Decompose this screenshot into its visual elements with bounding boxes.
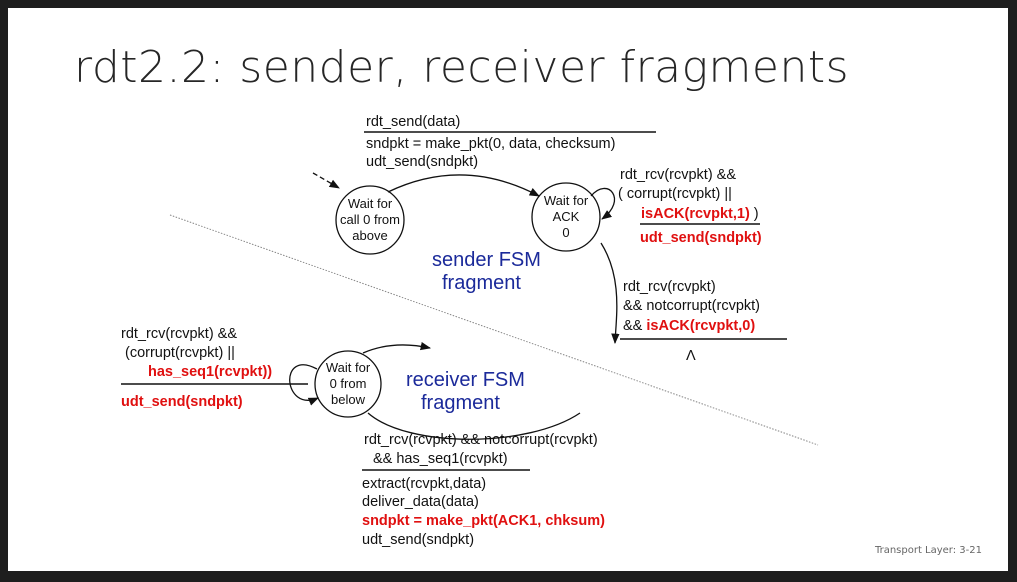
svg-text:sndpkt = make_pkt(0, data, che: sndpkt = make_pkt(0, data, checksum)	[366, 136, 615, 152]
svg-text:rdt_rcv(rcvpkt) &&: rdt_rcv(rcvpkt) &&	[121, 326, 237, 342]
svg-text:has_seq1(rcvpkt)): has_seq1(rcvpkt))	[148, 364, 272, 380]
svg-text:below: below	[331, 392, 366, 407]
svg-text:rdt_rcv(rcvpkt): rdt_rcv(rcvpkt)	[623, 279, 716, 295]
svg-text:rdt_rcv(rcvpkt) && notcorrupt(: rdt_rcv(rcvpkt) && notcorrupt(rcvpkt)	[364, 432, 598, 448]
receiver-fsm-label: receiver FSM	[406, 369, 525, 391]
svg-text:(corrupt(rcvpkt) ||: (corrupt(rcvpkt) ||	[125, 345, 235, 361]
svg-text:&& isACK(rcvpkt,0): && isACK(rcvpkt,0)	[623, 318, 755, 334]
arrow-receiver-self-loop	[289, 364, 319, 406]
svg-text:udt_send(sndpkt): udt_send(sndpkt)	[362, 532, 474, 548]
svg-text:rdt_send(data): rdt_send(data)	[366, 114, 460, 130]
svg-text:rdt_rcv(rcvpkt) &&: rdt_rcv(rcvpkt) &&	[620, 167, 736, 183]
arrow-ack0-received	[600, 242, 620, 345]
svg-text:isACK(rcvpkt,1) ): isACK(rcvpkt,1) )	[641, 206, 759, 222]
receiver-bottom-transition-label: rdt_rcv(rcvpkt) && notcorrupt(rcvpkt) &&…	[362, 432, 605, 548]
sender-fsm-label: sender FSM	[432, 249, 541, 271]
slide: rdt2.2: sender, receiver fragments Wait …	[8, 8, 1008, 571]
svg-text:Wait for: Wait for	[544, 193, 589, 208]
svg-text:Λ: Λ	[686, 348, 696, 364]
svg-text:udt_send(sndpkt): udt_send(sndpkt)	[640, 230, 762, 246]
arrow-into-receiver	[362, 341, 432, 354]
window-frame: rdt2.2: sender, receiver fragments Wait …	[0, 0, 1017, 582]
slide-footer: Transport Layer: 3-21	[874, 545, 982, 556]
svg-text:&& has_seq1(rcvpkt): && has_seq1(rcvpkt)	[373, 451, 508, 467]
svg-text:deliver_data(data): deliver_data(data)	[362, 494, 479, 510]
svg-text:udt_send(sndpkt): udt_send(sndpkt)	[366, 154, 478, 170]
state-wait-ack-0: Wait for ACK 0	[531, 182, 601, 252]
svg-text:Wait for: Wait for	[326, 360, 371, 375]
svg-text:ACK: ACK	[553, 209, 580, 224]
arrow-send-transition	[387, 174, 540, 197]
state-wait-0-from-below: Wait for 0 from below	[314, 350, 382, 418]
ack0-received-label: rdt_rcv(rcvpkt) && notcorrupt(rcvpkt) &&…	[620, 279, 787, 364]
svg-text:( corrupt(rcvpkt) ||: ( corrupt(rcvpkt) ||	[618, 186, 732, 202]
svg-text:udt_send(sndpkt): udt_send(sndpkt)	[121, 394, 243, 410]
ack0-self-loop-label: rdt_rcv(rcvpkt) && ( corrupt(rcvpkt) || …	[618, 167, 762, 246]
svg-text:Wait for: Wait for	[348, 196, 393, 211]
svg-text:sndpkt = make_pkt(ACK1, chksum: sndpkt = make_pkt(ACK1, chksum)	[362, 513, 605, 529]
svg-text:0: 0	[562, 225, 569, 240]
receiver-self-loop-label: rdt_rcv(rcvpkt) && (corrupt(rcvpkt) || h…	[121, 326, 308, 410]
receiver-fragment-label: fragment	[421, 392, 500, 414]
initial-arrow	[312, 172, 340, 189]
svg-text:extract(rcvpkt,data): extract(rcvpkt,data)	[362, 476, 486, 492]
top-transition-label: rdt_send(data) sndpkt = make_pkt(0, data…	[364, 114, 656, 170]
svg-text:0 from: 0 from	[330, 376, 367, 391]
state-wait-call-0: Wait for call 0 from above	[335, 185, 405, 255]
sender-fragment-label: fragment	[442, 272, 521, 294]
svg-text:above: above	[352, 228, 387, 243]
fsm-diagram: Wait for call 0 from above Wait for ACK …	[121, 114, 819, 548]
svg-text:&& notcorrupt(rcvpkt): && notcorrupt(rcvpkt)	[623, 298, 760, 314]
svg-text:call 0 from: call 0 from	[340, 212, 400, 227]
